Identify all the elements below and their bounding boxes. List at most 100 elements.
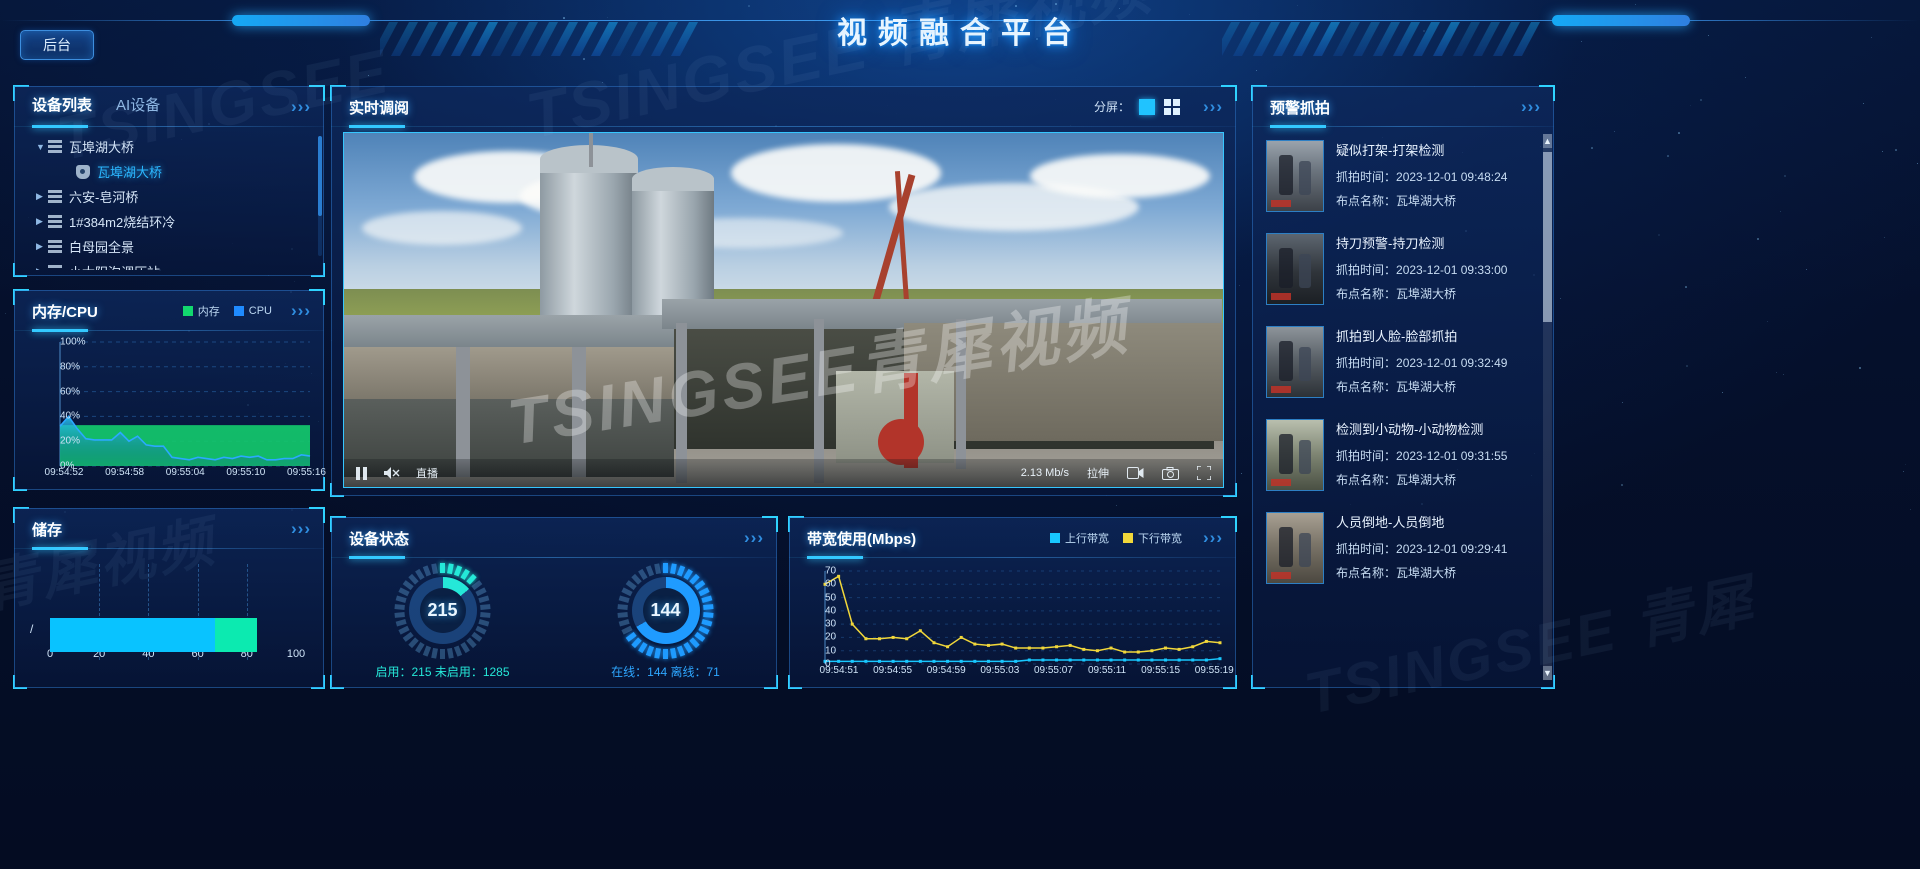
x-tick-label: 09:55:11: [1088, 662, 1126, 676]
caret-right-icon[interactable]: ▶: [36, 241, 48, 252]
memory-cpu-panel: 内存/CPU 内存 CPU ››› 0%20%40%60%80%100%09:5…: [14, 290, 324, 490]
alert-site-label: 布点名称：: [1336, 194, 1396, 208]
tree-item[interactable]: ▶ 小太阳沟调压站: [24, 259, 314, 270]
server-icon: [48, 140, 62, 153]
tree-item-label: 1#384m2烧结环冷: [69, 212, 175, 231]
tree-item[interactable]: 瓦埠湖大桥: [24, 159, 314, 184]
tree-item-label: 瓦埠湖大桥: [97, 162, 162, 181]
caret-right-icon[interactable]: ▶: [36, 191, 48, 202]
x-tick-label: 09:54:55: [873, 662, 912, 676]
video-control-bar: 直播 2.13 Mb/s 拉伸: [344, 459, 1223, 487]
video-player[interactable]: TSINGSEE青犀视频 直播 2.13 Mb/s 拉伸: [343, 132, 1224, 488]
server-icon: [48, 240, 62, 253]
live-panel-rule: [331, 126, 1236, 127]
alert-item[interactable]: 持刀预警-持刀检测 抓拍时间：2023-12-01 09:33:00 布点名称：瓦埠…: [1260, 225, 1540, 318]
storage-bar-secondary: [215, 618, 257, 652]
alert-title: 抓拍到人脸-脸部抓拍: [1336, 326, 1536, 345]
caret-right-icon[interactable]: ▶: [36, 216, 48, 227]
live-badge: 直播: [416, 465, 438, 481]
device-list-panel: 设备列表 AI设备 › › › ▼ 瓦埠湖大桥瓦埠湖大桥 ▶ 六安-皂河桥 ▶ 1#384m2…: [14, 86, 324, 276]
storage-panel-rule: [14, 548, 324, 549]
alert-item[interactable]: 人员倒地-人员倒地 抓拍时间：2023-12-01 09:29:41 布点名称：瓦埠…: [1260, 504, 1540, 597]
tree-item[interactable]: ▶ 白母园全景: [24, 234, 314, 259]
alert-list[interactable]: 疑似打架-打架检测 抓拍时间：2023-12-01 09:48:24 布点名称：瓦埠…: [1260, 132, 1540, 682]
device-status-more-icon[interactable]: › › ›: [744, 529, 763, 546]
device-status-panel: 设备状态 › › › 215 144 启用：215 未启用：1285 在线：144 离…: [331, 517, 777, 688]
alert-thumbnail[interactable]: [1266, 419, 1324, 491]
alert-info: 人员倒地-人员倒地 抓拍时间：2023-12-01 09:29:41 布点名称：瓦埠…: [1336, 512, 1536, 588]
gauge-online-footer: 在线：144 离线：71: [554, 663, 777, 680]
video-record-icon[interactable]: [1127, 467, 1144, 479]
y-tick-label: 20: [825, 632, 830, 643]
alert-site-label: 布点名称：: [1336, 566, 1396, 580]
single-split-icon[interactable]: [1139, 99, 1155, 115]
live-view-panel: 实时调阅 分屏： › › › TSINGSEE青犀视频 直播 2.13 Mb/s…: [331, 86, 1236, 496]
bandwidth-title: 带宽使用(Mbps): [807, 528, 916, 549]
bandwidth-more-icon[interactable]: › › ›: [1203, 529, 1222, 546]
device-tree-scrollbar[interactable]: [318, 136, 322, 256]
gauge-enabled-footer: 启用：215 未启用：1285: [331, 663, 554, 680]
tree-item-label: 白母园全景: [69, 237, 134, 256]
tree-item[interactable]: ▶ 1#384m2烧结环冷: [24, 209, 314, 234]
alerts-scrollbar[interactable]: ▲ ▼: [1543, 134, 1552, 680]
alert-thumbnail[interactable]: [1266, 140, 1324, 212]
device-panel-rule: [14, 126, 324, 127]
device-status-gauges: 215 144: [331, 563, 777, 658]
scroll-down-arrow-icon[interactable]: ▼: [1543, 666, 1552, 680]
tree-item[interactable]: ▼ 瓦埠湖大桥: [24, 134, 314, 159]
gauge-online: 144: [554, 563, 777, 658]
tree-item-label: 六安-皂河桥: [69, 187, 138, 206]
legend-downlink: 下行带宽: [1123, 530, 1182, 546]
x-tick-label: 09:54:58: [105, 464, 144, 478]
alerts-panel: 预警抓拍 › › › 疑似打架-打架检测 抓拍时间：2023-12-01 09:48:…: [1252, 86, 1554, 688]
speaker-muted-icon[interactable]: [383, 466, 400, 480]
video-silo: [540, 161, 638, 321]
gauge-value: 215: [395, 563, 491, 658]
tab-device-list[interactable]: 设备列表: [32, 94, 92, 119]
gauge-enabled: 215: [331, 563, 554, 658]
alert-time-row: 抓拍时间：2023-12-01 09:33:00: [1336, 261, 1536, 278]
alert-item[interactable]: 疑似打架-打架检测 抓拍时间：2023-12-01 09:48:24 布点名称：瓦埠…: [1260, 132, 1540, 225]
caret-right-icon[interactable]: ▶: [36, 266, 48, 270]
y-tick-label: 30: [825, 619, 830, 630]
storage-bar-used: [50, 618, 215, 652]
device-list-tabs: 设备列表 AI设备: [32, 94, 160, 119]
alert-time-row: 抓拍时间：2023-12-01 09:48:24: [1336, 168, 1536, 185]
stretch-button[interactable]: 拉伸: [1087, 465, 1109, 481]
alert-title: 持刀预警-持刀检测: [1336, 233, 1536, 252]
alert-site-row: 布点名称：瓦埠湖大桥: [1336, 564, 1536, 581]
pause-icon[interactable]: [356, 467, 367, 480]
alerts-scroll-thumb[interactable]: [1543, 152, 1552, 322]
alert-thumbnail[interactable]: [1266, 233, 1324, 305]
video-silo-mast: [589, 133, 593, 167]
live-panel-more-icon[interactable]: › › ›: [1203, 98, 1222, 115]
camera-snapshot-icon[interactable]: [1162, 467, 1179, 480]
alert-item[interactable]: 抓拍到人脸-脸部抓拍 抓拍时间：2023-12-01 09:32:49 布点名称：瓦…: [1260, 318, 1540, 411]
tree-item-label: 小太阳沟调压站: [69, 262, 160, 270]
tree-item[interactable]: ▶ 六安-皂河桥: [24, 184, 314, 209]
quad-split-icon[interactable]: [1164, 99, 1180, 115]
alert-site-label: 布点名称：: [1336, 287, 1396, 301]
alert-thumbnail[interactable]: [1266, 326, 1324, 398]
caret-down-icon[interactable]: ▼: [36, 142, 48, 152]
device-tree[interactable]: ▼瓦埠湖大桥瓦埠湖大桥 ▶ 六安-皂河桥 ▶ 1#384m2烧结环冷 ▶ 白母园全景 ▶ 小太阳…: [24, 134, 314, 270]
memory-panel-more-icon[interactable]: › › ›: [291, 302, 310, 319]
tab-ai-device[interactable]: AI设备: [116, 94, 160, 119]
legend-memory-swatch: [183, 306, 193, 316]
alert-site-label: 布点名称：: [1336, 473, 1396, 487]
alert-thumbnail[interactable]: [1266, 512, 1324, 584]
x-tick-label: 09:55:04: [166, 464, 205, 478]
legend-uplink-label: 上行带宽: [1065, 530, 1109, 546]
alerts-more-icon[interactable]: › › ›: [1521, 98, 1540, 115]
bandwidth-rule: [789, 557, 1236, 558]
device-list-more-icon[interactable]: › › ›: [291, 98, 310, 115]
x-tick-label: 09:54:52: [45, 464, 84, 478]
scroll-up-arrow-icon[interactable]: ▲: [1543, 134, 1552, 148]
video-cloud: [362, 211, 522, 245]
fullscreen-icon[interactable]: [1197, 466, 1211, 480]
y-tick-label: 40%: [60, 411, 65, 422]
alert-title: 人员倒地-人员倒地: [1336, 512, 1536, 531]
alert-time-value: 2023-12-01 09:32:49: [1396, 356, 1507, 370]
storage-panel-more-icon[interactable]: › › ›: [291, 520, 310, 537]
alert-item[interactable]: 检测到小动物-小动物检测 抓拍时间：2023-12-01 09:31:55 布点名称…: [1260, 411, 1540, 504]
